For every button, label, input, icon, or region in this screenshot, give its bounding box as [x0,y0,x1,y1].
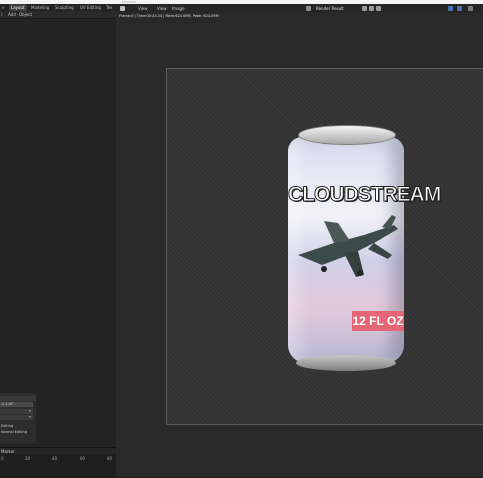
workspace-tabs: e Layout Modeling Sculpting UV Editing T… [0,4,116,11]
frame-tick: 80 [107,456,113,461]
can-base [296,355,396,371]
tab-uv-editing[interactable]: UV Editing [78,4,103,11]
add-menu[interactable]: Add [8,11,16,18]
editor-type-icon[interactable] [120,6,125,11]
title-text-placeholder [122,1,136,3]
timeline[interactable]: Marker 0 20 40 60 80 [0,447,116,478]
tab-texture[interactable]: Tex [104,4,115,11]
close-icon[interactable] [376,6,381,11]
display-mode-icon[interactable] [448,6,453,11]
offset-field[interactable]: -0.118" [0,402,33,407]
normal-editing-option[interactable]: Normal Editing [1,430,27,435]
frame-tick: 40 [52,456,58,461]
frame-tick: 20 [25,456,31,461]
panel-row [0,396,36,401]
copy-icon[interactable] [369,6,374,11]
dropdown-field[interactable]: ▼ [0,415,33,420]
offset-value: -0.118" [1,402,14,406]
chevron-down-icon: ▼ [28,409,31,413]
tab-sculpting[interactable]: Sculpting [53,4,76,11]
operator-panel: -0.118" ▼ ▼ Editing Normal Editing [0,393,36,443]
can-brand-text: CLOUDSTREAM [288,183,442,207]
frame-tick: 60 [80,456,86,461]
tab-modeling[interactable]: Modeling [29,4,51,11]
fake-user-icon[interactable] [362,6,367,11]
timeline-header: Marker [0,448,116,454]
header-edge: t [1,12,3,17]
image-editor: View View Image Render Result Frame:0 | … [116,4,483,477]
overlay-icon[interactable] [457,6,462,11]
channels-icon[interactable] [468,6,473,11]
image-menu[interactable]: Image [172,6,185,11]
volume-badge: 12 FL OZ [352,311,404,331]
marker-menu[interactable]: Marker [1,449,15,454]
tab-layout[interactable]: Layout [9,4,27,11]
chevron-down-icon: ▼ [28,415,31,419]
tab-prefix: e [2,5,5,10]
can-lid [298,125,396,145]
object-menu[interactable]: Object [19,11,32,18]
fighter-jet-icon [298,215,398,277]
image-slot-name[interactable]: Render Result [316,6,344,11]
render-frame-info: Frame:0 | Time:00:43.34 | Mem:624.09M, P… [119,14,219,18]
frame-tick: 0 [1,456,4,461]
editing-option[interactable]: Editing [1,424,13,429]
soda-can-image: CLOUDSTREAM 12 FL OZ [284,125,442,375]
image-browse-icon[interactable] [306,6,311,11]
image-editor-header: View View Image Render Result [116,4,483,13]
dropdown-field[interactable]: ▼ [0,409,33,414]
3d-viewport[interactable] [0,19,116,447]
view-menu[interactable]: View [138,6,148,11]
view-menu-2[interactable]: View [157,6,167,11]
render-canvas[interactable]: CLOUDSTREAM 12 FL OZ [166,68,483,425]
viewport-header: t Add Object [0,11,116,19]
